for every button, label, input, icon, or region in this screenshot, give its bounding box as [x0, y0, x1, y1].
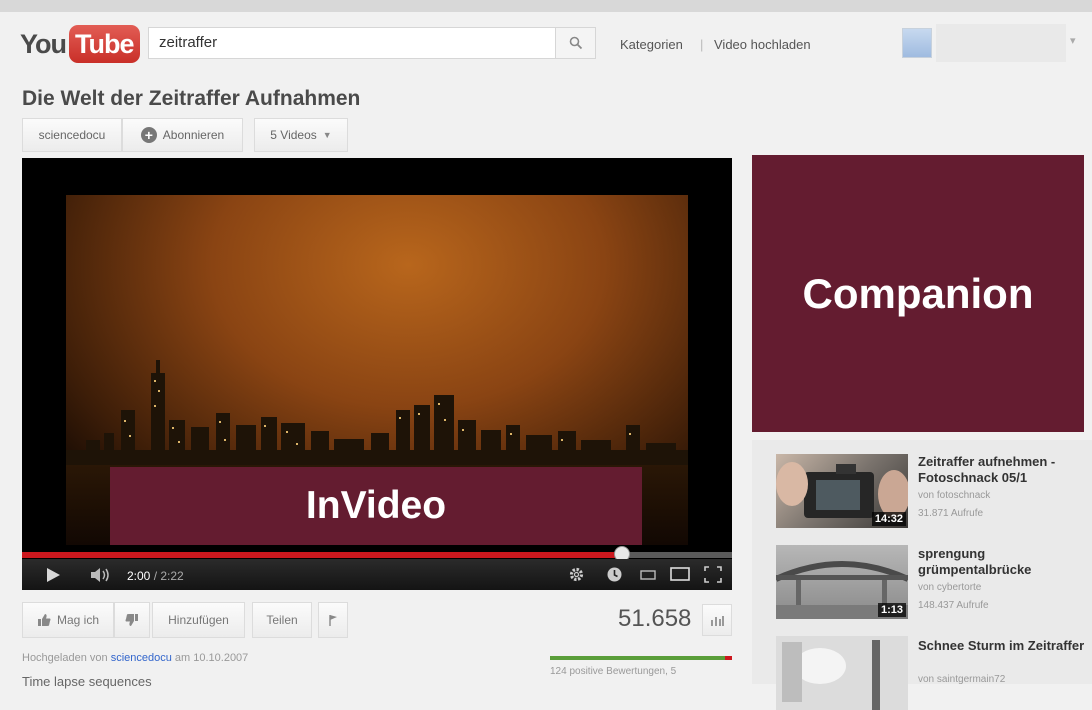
related-thumbnail[interactable]	[776, 636, 908, 710]
nav-upload-link[interactable]: Video hochladen	[714, 37, 811, 52]
chevron-down-icon: ▼	[322, 130, 332, 140]
volume-icon[interactable]	[90, 567, 112, 583]
video-title: Die Welt der Zeitraffer Aufnahmen	[22, 87, 361, 110]
invideo-ad-overlay[interactable]: InVideo	[110, 467, 642, 545]
progress-fill	[22, 552, 622, 558]
small-player-icon[interactable]	[640, 569, 656, 581]
bar-chart-icon	[711, 616, 724, 626]
thumbs-up-icon	[37, 614, 51, 626]
dislike-button[interactable]	[114, 602, 150, 638]
upload-prefix: Hochgeladen von	[22, 652, 108, 664]
related-title[interactable]: Schnee Sturm im Zeitraffer	[918, 638, 1088, 654]
thumbs-down-icon	[125, 614, 138, 626]
related-thumbnail[interactable]: 1:13	[776, 545, 908, 619]
subscribe-label: Abonnieren	[162, 128, 225, 142]
share-button[interactable]: Teilen	[252, 602, 312, 638]
view-count: 51.658	[618, 605, 692, 632]
chevron-down-icon[interactable]: ▾	[1070, 34, 1076, 47]
subscribe-button[interactable]: + Abonnieren	[122, 118, 243, 152]
like-button[interactable]: Mag ich	[22, 602, 114, 638]
related-author: von saintgermain72	[918, 674, 1006, 685]
search-button[interactable]	[556, 27, 596, 59]
top-band	[0, 0, 1092, 12]
rating-bar-positive	[550, 656, 725, 660]
related-author: von cybertorte	[918, 582, 982, 593]
plus-icon: +	[140, 127, 157, 143]
upload-info: Hochgeladen von sciencedocu am 10.10.200…	[22, 652, 248, 664]
nav-categories-link[interactable]: Kategorien	[620, 37, 683, 52]
search-input[interactable]: zeitraffer	[148, 27, 556, 59]
duration-badge: 1:13	[877, 603, 906, 617]
gear-icon[interactable]	[568, 566, 585, 583]
logo-text-you: You	[20, 28, 67, 59]
snow-photo-image	[776, 636, 908, 710]
add-to-label: Hinzufügen	[168, 613, 229, 627]
upload-date: am 10.10.2007	[174, 652, 249, 664]
share-label: Teilen	[266, 613, 298, 627]
flag-button[interactable]	[318, 602, 348, 638]
time-current: 2:00	[127, 569, 151, 583]
videos-count-label: 5 Videos	[270, 128, 317, 142]
uploader-link[interactable]: sciencedocu	[111, 652, 172, 664]
watch-later-icon[interactable]	[606, 566, 623, 583]
rating-bar	[550, 656, 732, 660]
related-views: 148.437 Aufrufe	[918, 600, 989, 611]
user-avatar[interactable]	[902, 28, 932, 58]
related-videos: 14:32 Zeitraffer aufnehmen - Fotoschnack…	[752, 440, 1092, 710]
related-views: 31.871 Aufrufe	[918, 508, 984, 519]
flag-icon	[329, 615, 337, 626]
related-thumbnail[interactable]: 14:32	[776, 454, 908, 528]
nav-separator: |	[700, 37, 704, 52]
duration-badge: 14:32	[871, 512, 906, 526]
fullscreen-icon[interactable]	[704, 566, 722, 583]
related-title[interactable]: Zeitraffer aufnehmen - Fotoschnack 05/1	[918, 454, 1088, 486]
user-name-box[interactable]	[936, 24, 1066, 62]
logo-text-tube: Tube	[69, 25, 140, 63]
large-player-icon[interactable]	[670, 567, 690, 582]
stats-button[interactable]	[702, 604, 732, 636]
related-title[interactable]: sprengung grümpentalbrücke	[918, 546, 1088, 578]
youtube-logo[interactable]: You Tube	[20, 24, 140, 64]
video-description: Time lapse sequences	[22, 674, 152, 689]
time-display: 2:00 / 2:22	[127, 569, 184, 583]
companion-ad[interactable]: Companion	[752, 155, 1084, 432]
search-icon	[569, 36, 582, 50]
channel-name: sciencedocu	[38, 128, 106, 142]
time-total: / 2:22	[153, 569, 184, 583]
rating-text: 124 positive Bewertungen, 5	[550, 666, 677, 677]
videos-dropdown-button[interactable]: 5 Videos ▼	[254, 118, 348, 152]
related-author: von fotoschnack	[918, 490, 991, 501]
add-to-button[interactable]: Hinzufügen	[152, 602, 245, 638]
channel-button[interactable]: sciencedocu	[22, 118, 122, 152]
like-label: Mag ich	[56, 613, 100, 627]
play-icon[interactable]	[45, 567, 61, 583]
